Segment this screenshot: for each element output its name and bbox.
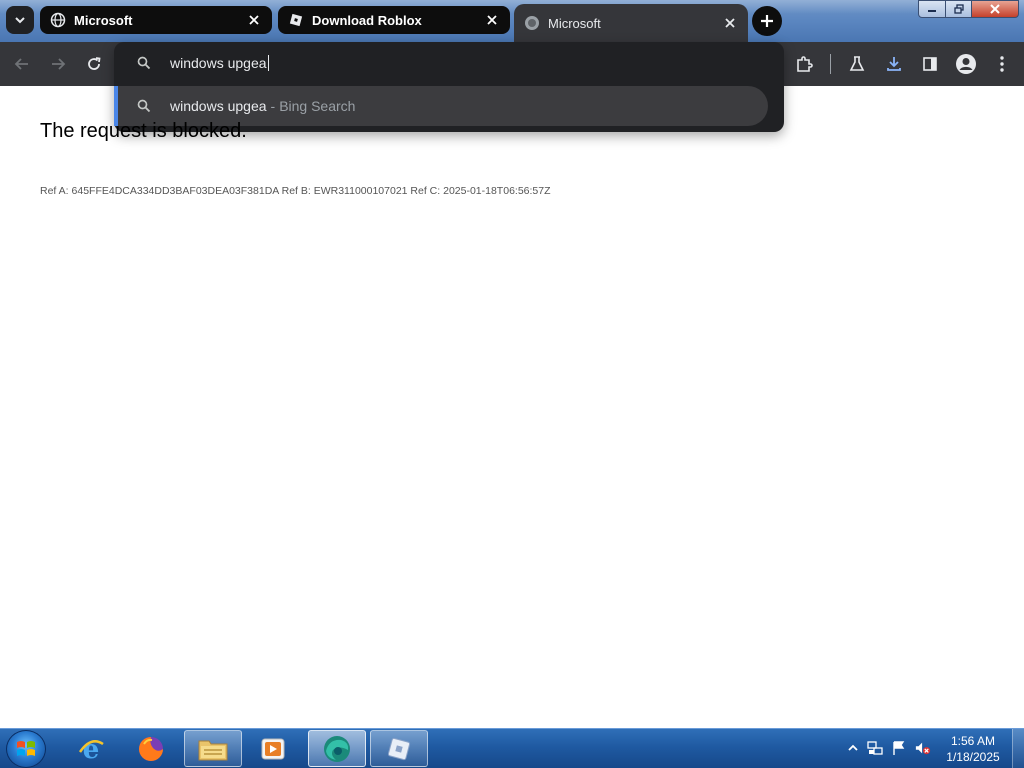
profile-button[interactable] [952, 50, 980, 78]
extensions-button[interactable] [790, 50, 818, 78]
roblox-icon [387, 737, 411, 760]
address-bar[interactable]: windows upgea [114, 42, 784, 84]
page-heading: The request is blocked. [40, 120, 247, 142]
network-icon [867, 741, 883, 755]
minimize-button[interactable] [918, 0, 946, 18]
reference-ids: Ref A: 645FFE4DCA334DD3BAF03DEA03F381DA … [40, 185, 551, 197]
volume-tray-icon[interactable] [915, 740, 931, 756]
taskbar-firefox[interactable] [122, 730, 180, 767]
downloads-button[interactable] [880, 50, 908, 78]
taskbar-media-player[interactable] [244, 730, 302, 767]
taskbar-clock[interactable]: 1:56 AM 1/18/2025 [940, 733, 1006, 765]
forward-button[interactable] [44, 50, 72, 78]
address-input-text[interactable]: windows upgea [170, 55, 267, 71]
start-button[interactable] [6, 730, 46, 768]
file-explorer-icon [198, 740, 228, 760]
restore-icon [953, 4, 964, 14]
menu-button[interactable] [988, 50, 1016, 78]
tab-title: Microsoft [74, 12, 133, 28]
flask-icon [849, 56, 865, 71]
chevron-up-icon [848, 744, 858, 751]
text-caret [267, 55, 269, 71]
arrow-right-icon [52, 58, 66, 70]
taskbar-internet-explorer[interactable]: e [62, 730, 120, 767]
minimize-icon [928, 10, 936, 12]
tab-microsoft-active[interactable]: Microsoft [514, 4, 748, 42]
taskbar-roblox[interactable] [370, 730, 428, 767]
omnibox-dropdown[interactable]: windows upgea windows upgea - Bing Searc… [114, 42, 784, 132]
more-vert-icon [1000, 56, 1004, 72]
back-button[interactable] [8, 50, 36, 78]
arrow-left-icon [14, 58, 28, 70]
suggestion-separator: - [270, 98, 276, 114]
download-icon [887, 57, 901, 71]
clock-date: 1/18/2025 [946, 750, 1000, 764]
chevron-down-icon [15, 17, 25, 24]
media-player-icon [261, 738, 285, 759]
show-hidden-icons-button[interactable] [845, 740, 861, 756]
taskbar-edge[interactable] [308, 730, 366, 767]
suggestion-engine: Bing Search [279, 98, 356, 114]
tab-microsoft-1[interactable]: Microsoft [40, 6, 272, 34]
close-window-button[interactable] [971, 0, 1019, 18]
taskbar-file-explorer[interactable] [184, 730, 242, 767]
edge-icon [324, 735, 350, 762]
tab-title: Microsoft [548, 15, 601, 31]
reload-icon [88, 57, 101, 70]
close-icon [990, 4, 1000, 14]
plus-icon [761, 15, 773, 27]
reload-button[interactable] [80, 50, 108, 78]
roblox-icon [288, 12, 304, 28]
tab-search-button[interactable] [6, 6, 34, 34]
close-tab-icon[interactable] [720, 13, 740, 33]
globe-icon [524, 15, 540, 31]
windows-logo-icon [17, 741, 35, 756]
tab-title: Download Roblox [312, 12, 422, 28]
action-center-tray-icon[interactable] [891, 740, 907, 756]
internet-explorer-icon: e [78, 735, 104, 764]
side-panel-button[interactable] [916, 50, 944, 78]
search-icon [137, 56, 151, 70]
profile-avatar-icon [956, 54, 976, 74]
side-panel-icon [923, 57, 937, 71]
show-desktop-button[interactable] [1012, 729, 1024, 768]
network-tray-icon[interactable] [867, 740, 883, 756]
volume-muted-icon [915, 742, 931, 755]
tab-download-roblox[interactable]: Download Roblox [278, 6, 510, 34]
restore-button[interactable] [945, 0, 972, 18]
close-tab-icon[interactable] [244, 10, 264, 30]
toolbar-divider [830, 54, 831, 74]
puzzle-icon [797, 56, 813, 72]
globe-icon [50, 12, 66, 28]
suggestion-query: windows upgea [170, 98, 267, 114]
search-icon [137, 99, 151, 113]
firefox-icon [139, 736, 163, 761]
labs-button[interactable] [843, 50, 871, 78]
flag-icon [893, 741, 905, 755]
new-tab-button[interactable] [752, 6, 782, 36]
svg-text:e: e [83, 735, 100, 764]
close-tab-icon[interactable] [482, 10, 502, 30]
clock-time: 1:56 AM [950, 734, 996, 748]
